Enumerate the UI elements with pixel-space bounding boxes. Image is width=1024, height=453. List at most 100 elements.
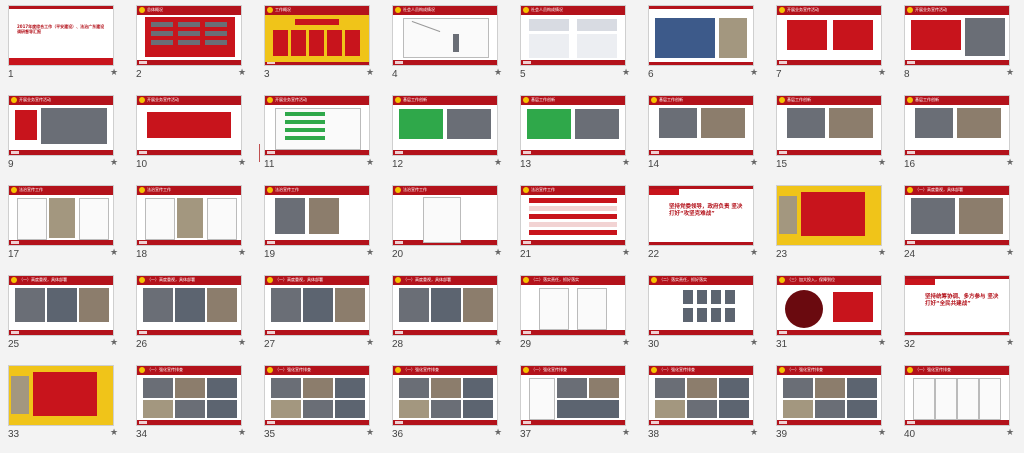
slide-thumbnail[interactable]: （一）强化宣传排查: [392, 365, 498, 426]
animation-star-icon[interactable]: ★: [366, 428, 374, 438]
animation-star-icon[interactable]: ★: [878, 68, 886, 78]
slide-thumbnail[interactable]: 法治宣传工作: [392, 185, 498, 246]
animation-star-icon[interactable]: ★: [1006, 428, 1014, 438]
animation-star-icon[interactable]: ★: [1006, 158, 1014, 168]
animation-star-icon[interactable]: ★: [494, 338, 502, 348]
slide-thumbnail[interactable]: 法治宣传工作: [8, 185, 114, 246]
animation-star-icon[interactable]: ★: [366, 68, 374, 78]
animation-star-icon[interactable]: ★: [878, 428, 886, 438]
slide-thumbnail[interactable]: （一）强化宣传排查: [648, 365, 754, 426]
animation-star-icon[interactable]: ★: [238, 158, 246, 168]
animation-star-icon[interactable]: ★: [494, 68, 502, 78]
slide-thumbnail-cell[interactable]: （一）强化宣传排查 39 ★: [768, 360, 896, 450]
animation-star-icon[interactable]: ★: [494, 158, 502, 168]
slide-thumbnail[interactable]: 社会人员构成情况: [392, 5, 498, 66]
slide-thumbnail[interactable]: （一）强化宣传排查: [264, 365, 370, 426]
slide-thumbnail-cell[interactable]: （一）强化宣传排查 35 ★: [256, 360, 384, 450]
animation-star-icon[interactable]: ★: [238, 68, 246, 78]
slide-thumbnail-cell[interactable]: 法治宣传工作 19 ★: [256, 180, 384, 270]
slide-thumbnail-cell[interactable]: （一）高度重视，具体部署 24 ★: [896, 180, 1024, 270]
slide-thumbnail-cell[interactable]: 2017年度综合工作（平安建设）、法治广东建设调研督导汇报 1 ★: [0, 0, 128, 90]
slide-thumbnail[interactable]: （一）强化宣传排查: [776, 365, 882, 426]
slide-thumbnail[interactable]: （一）高度重视，具体部署: [136, 275, 242, 336]
slide-thumbnail[interactable]: 开展业务宣传活动: [904, 5, 1010, 66]
animation-star-icon[interactable]: ★: [110, 68, 118, 78]
slide-thumbnail[interactable]: （一）高度重视，具体部署: [392, 275, 498, 336]
slide-thumbnail[interactable]: 基层工作创新: [520, 95, 626, 156]
slide-thumbnail[interactable]: 基层工作创新: [904, 95, 1010, 156]
animation-star-icon[interactable]: ★: [878, 248, 886, 258]
animation-star-icon[interactable]: ★: [622, 428, 630, 438]
slide-thumbnail-cell[interactable]: 法治宣传工作 17 ★: [0, 180, 128, 270]
animation-star-icon[interactable]: ★: [110, 248, 118, 258]
slide-thumbnail-cell[interactable]: 法治宣传工作 18 ★: [128, 180, 256, 270]
slide-thumbnail-cell[interactable]: （一）强化宣传排查 36 ★: [384, 360, 512, 450]
animation-star-icon[interactable]: ★: [622, 68, 630, 78]
slide-thumbnail[interactable]: 2017年度综合工作（平安建设）、法治广东建设调研督导汇报: [8, 5, 114, 66]
slide-thumbnail[interactable]: 开展业务宣传活动: [8, 95, 114, 156]
slide-thumbnail[interactable]: 基层工作创新: [392, 95, 498, 156]
animation-star-icon[interactable]: ★: [622, 158, 630, 168]
slide-thumbnail[interactable]: 法治宣传工作: [264, 185, 370, 246]
animation-star-icon[interactable]: ★: [238, 248, 246, 258]
slide-thumbnail[interactable]: （一）高度重视，具体部署: [904, 185, 1010, 246]
animation-star-icon[interactable]: ★: [1006, 68, 1014, 78]
animation-star-icon[interactable]: ★: [750, 338, 758, 348]
slide-thumbnail[interactable]: 法治宣传工作: [520, 185, 626, 246]
animation-star-icon[interactable]: ★: [494, 428, 502, 438]
slide-thumbnail-cell[interactable]: 开展业务宣传活动 7 ★: [768, 0, 896, 90]
slide-thumbnail[interactable]: （一）高度重视，具体部署: [264, 275, 370, 336]
animation-star-icon[interactable]: ★: [622, 338, 630, 348]
slide-thumbnail-cell[interactable]: （一）高度重视，具体部署 25 ★: [0, 270, 128, 360]
slide-thumbnail-cell[interactable]: 总体概况 2 ★: [128, 0, 256, 90]
slide-thumbnail-cell[interactable]: 基层工作创新 13 ★: [512, 90, 640, 180]
slide-thumbnail-cell[interactable]: 开展业务宣传活动 8 ★: [896, 0, 1024, 90]
slide-thumbnail[interactable]: 开展业务宣传活动: [776, 5, 882, 66]
slide-thumbnail[interactable]: [776, 185, 882, 246]
slide-thumbnail-cell[interactable]: （一）强化宣传排查 40 ★: [896, 360, 1024, 450]
slide-thumbnail[interactable]: （一）强化宣传排查: [136, 365, 242, 426]
slide-thumbnail[interactable]: （一）强化宣传排查: [904, 365, 1010, 426]
animation-star-icon[interactable]: ★: [494, 248, 502, 258]
slide-thumbnail-cell[interactable]: （一）高度重视，具体部署 28 ★: [384, 270, 512, 360]
slide-thumbnail[interactable]: 坚持党委领导，政府负责 坚决打好“攻坚克难战”: [648, 185, 754, 246]
animation-star-icon[interactable]: ★: [366, 248, 374, 258]
slide-thumbnail-cell[interactable]: （一）强化宣传排查 38 ★: [640, 360, 768, 450]
slide-thumbnail-cell[interactable]: 开展业务宣传活动 10 ★: [128, 90, 256, 180]
slide-thumbnail-cell[interactable]: （一）强化宣传排查 37 ★: [512, 360, 640, 450]
slide-thumbnail-cell[interactable]: 33 ★: [0, 360, 128, 450]
animation-star-icon[interactable]: ★: [110, 158, 118, 168]
slide-thumbnail-cell[interactable]: 基层工作创新 12 ★: [384, 90, 512, 180]
slide-thumbnail-cell[interactable]: 坚持党委领导，政府负责 坚决打好“攻坚克难战” 22 ★: [640, 180, 768, 270]
slide-thumbnail-cell[interactable]: 坚持统筹协调、多方参与 坚决打好“全民共建战” 32 ★: [896, 270, 1024, 360]
animation-star-icon[interactable]: ★: [750, 68, 758, 78]
slide-thumbnail[interactable]: （二）落实责任，抓好落实: [520, 275, 626, 336]
slide-thumbnail-cell[interactable]: （二）落实责任，抓好落实 30 ★: [640, 270, 768, 360]
animation-star-icon[interactable]: ★: [750, 158, 758, 168]
slide-thumbnail-cell[interactable]: （一）高度重视，具体部署 26 ★: [128, 270, 256, 360]
slide-thumbnail-cell[interactable]: 6 ★: [640, 0, 768, 90]
slide-thumbnail-cell[interactable]: （二）落实责任，抓好落实 29 ★: [512, 270, 640, 360]
slide-thumbnail[interactable]: 开展业务宣传活动: [136, 95, 242, 156]
slide-thumbnail[interactable]: （一）强化宣传排查: [520, 365, 626, 426]
slide-thumbnail-cell[interactable]: 开展业务宣传活动 9 ★: [0, 90, 128, 180]
animation-star-icon[interactable]: ★: [622, 248, 630, 258]
slide-thumbnail-cell[interactable]: 基层工作创新 15 ★: [768, 90, 896, 180]
animation-star-icon[interactable]: ★: [878, 158, 886, 168]
slide-thumbnail[interactable]: 坚持统筹协调、多方参与 坚决打好“全民共建战”: [904, 275, 1010, 336]
animation-star-icon[interactable]: ★: [366, 158, 374, 168]
animation-star-icon[interactable]: ★: [750, 428, 758, 438]
animation-star-icon[interactable]: ★: [750, 248, 758, 258]
animation-star-icon[interactable]: ★: [366, 338, 374, 348]
slide-thumbnail-cell[interactable]: （一）强化宣传排查 34 ★: [128, 360, 256, 450]
animation-star-icon[interactable]: ★: [878, 338, 886, 348]
animation-star-icon[interactable]: ★: [110, 428, 118, 438]
slide-thumbnail-cell[interactable]: 基层工作创新 14 ★: [640, 90, 768, 180]
animation-star-icon[interactable]: ★: [1006, 248, 1014, 258]
slide-thumbnail-cell[interactable]: 法治宣传工作 21 ★: [512, 180, 640, 270]
slide-thumbnail-cell[interactable]: 社会人员构成情况 4 ★: [384, 0, 512, 90]
slide-thumbnail-cell[interactable]: 基层工作创新 16 ★: [896, 90, 1024, 180]
animation-star-icon[interactable]: ★: [1006, 338, 1014, 348]
slide-thumbnail-cell[interactable]: 法治宣传工作 20 ★: [384, 180, 512, 270]
slide-thumbnail-cell[interactable]: 23 ★: [768, 180, 896, 270]
